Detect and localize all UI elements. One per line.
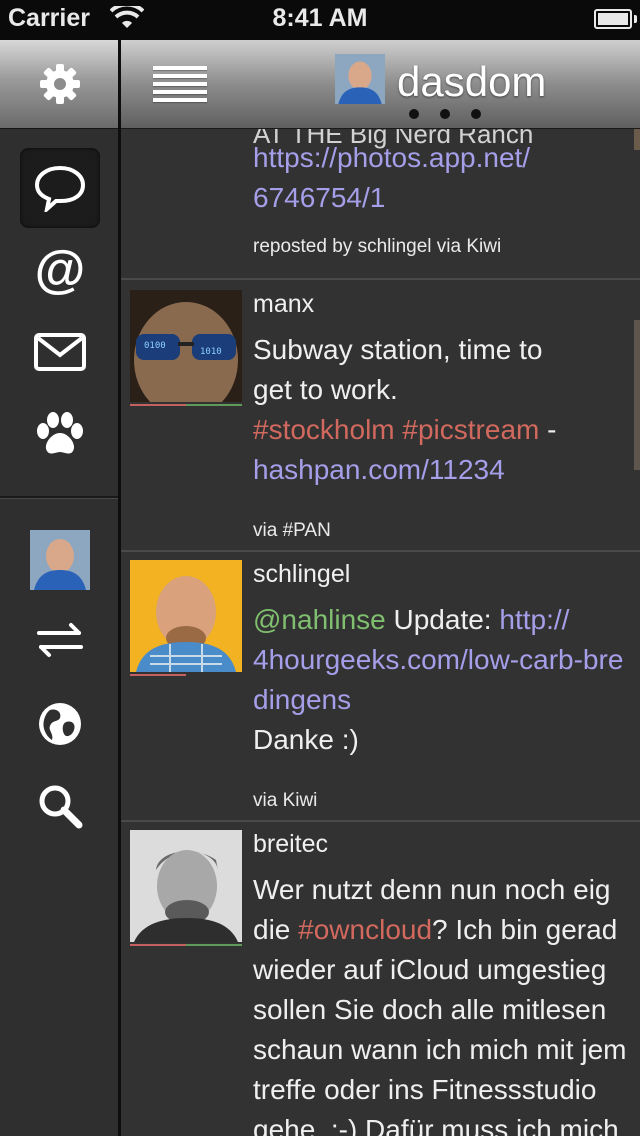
- sidebar-header: [0, 40, 118, 129]
- envelope-icon: [34, 333, 86, 371]
- hashtag[interactable]: #owncloud: [298, 914, 432, 945]
- settings-button[interactable]: [20, 44, 100, 124]
- sidebar: @: [0, 40, 118, 1136]
- post-link[interactable]: 4hourgeeks.com/low-carb-bre: [253, 640, 623, 680]
- post[interactable]: breitec Wer nutzt denn nun noch eig die …: [121, 820, 640, 1136]
- at-sign-icon: @: [34, 241, 86, 299]
- sidebar-item-messages[interactable]: [20, 312, 100, 392]
- page-title: dasdom: [397, 58, 547, 105]
- post-username[interactable]: manx: [253, 290, 314, 319]
- avatar-breitec: [130, 830, 242, 942]
- sidebar-item-interactions[interactable]: [20, 600, 100, 680]
- svg-text:0100: 0100: [144, 341, 166, 351]
- post-text: sollen Sie doch alle mitlesen: [253, 994, 607, 1025]
- post-text-line: die #owncloud? Ich bin gerad: [253, 910, 617, 950]
- sidebar-item-search[interactable]: [20, 766, 100, 846]
- post-meta: reposted by schlingel via Kiwi: [253, 236, 502, 257]
- post-text: Wer nutzt denn nun noch eig: [253, 874, 611, 905]
- avatar: [335, 54, 385, 104]
- post-text-line: #stockholm #picstream -: [253, 410, 556, 450]
- post-image-peek: [634, 320, 640, 470]
- sidebar-item-timeline[interactable]: [20, 148, 100, 228]
- post-avatar[interactable]: 0100 1010: [130, 290, 242, 402]
- menu-icon[interactable]: [153, 66, 207, 102]
- nav-header: dasdom: [121, 40, 640, 129]
- post-link[interactable]: 6746754/1: [253, 178, 385, 218]
- clock: 8:41 AM: [272, 4, 368, 32]
- post-text: -: [539, 414, 557, 445]
- post-text: gehe. :-) Dafür muss ich mich: [253, 1114, 619, 1136]
- hashtag[interactable]: #stockholm: [253, 414, 395, 445]
- post-text: Update:: [385, 604, 500, 635]
- avatar-underline: [130, 404, 242, 406]
- post-text: Danke :): [253, 724, 359, 755]
- post-link[interactable]: http://: [499, 604, 569, 635]
- post-text: wieder auf iCloud umgestieg: [253, 954, 607, 985]
- post-avatar[interactable]: [130, 830, 242, 942]
- sidebar-item-patter[interactable]: [20, 394, 100, 474]
- post-link[interactable]: https://photos.app.net/: [253, 138, 530, 178]
- header-avatar[interactable]: [335, 54, 385, 104]
- post-text: die: [253, 914, 299, 945]
- svg-text:1010: 1010: [200, 347, 222, 357]
- avatar: [30, 530, 90, 590]
- sidebar-item-profile[interactable]: [30, 530, 90, 590]
- gear-icon: [40, 64, 80, 104]
- post[interactable]: schlingel @nahlinse Update: http:// 4hou…: [121, 550, 640, 822]
- post-text: ? Ich bin gerad: [432, 914, 618, 945]
- globe-icon: [39, 703, 81, 745]
- post-text: schaun wann ich mich mit jem: [253, 1034, 627, 1065]
- hashtag[interactable]: #picstream: [402, 414, 539, 445]
- post-username[interactable]: schlingel: [253, 560, 350, 589]
- post[interactable]: AT THE Big Nerd Ranch https://photos.app…: [121, 128, 640, 280]
- search-icon: [39, 785, 83, 829]
- paw-icon: [37, 412, 83, 454]
- avatar-underline: [130, 944, 242, 946]
- arrows-swap-icon: [37, 623, 83, 657]
- post-username[interactable]: breitec: [253, 830, 328, 859]
- timeline-feed[interactable]: AT THE Big Nerd Ranch https://photos.app…: [121, 128, 640, 1136]
- sidebar-divider: [0, 496, 118, 499]
- avatar-schlingel: [130, 560, 242, 672]
- post-meta: via #PAN: [253, 520, 331, 541]
- sidebar-item-mentions[interactable]: @: [20, 230, 100, 310]
- post-text-line: @nahlinse Update: http://: [253, 600, 569, 640]
- sidebar-item-global[interactable]: [20, 684, 100, 764]
- post-text: get to work.: [253, 374, 398, 405]
- post-text: Subway station, time to: [253, 334, 543, 365]
- post-link[interactable]: hashpan.com/11234: [253, 450, 505, 490]
- speech-bubble-icon: [34, 165, 86, 212]
- post-text: treffe oder ins Fitnessstudio: [253, 1074, 597, 1105]
- post-avatar[interactable]: [130, 560, 242, 672]
- post-link[interactable]: dingens: [253, 680, 351, 720]
- post[interactable]: 0100 1010 manx Subway station, time to g…: [121, 280, 640, 552]
- mention[interactable]: @nahlinse: [253, 604, 386, 635]
- page-indicator: [409, 106, 502, 124]
- post-meta: via Kiwi: [253, 790, 318, 811]
- avatar-underline: [130, 674, 242, 676]
- battery-icon: [594, 9, 637, 29]
- avatar-manx: 0100 1010: [130, 290, 242, 402]
- post-image-peek: [634, 128, 640, 150]
- status-bar: Carrier 8:41 AM: [0, 0, 640, 40]
